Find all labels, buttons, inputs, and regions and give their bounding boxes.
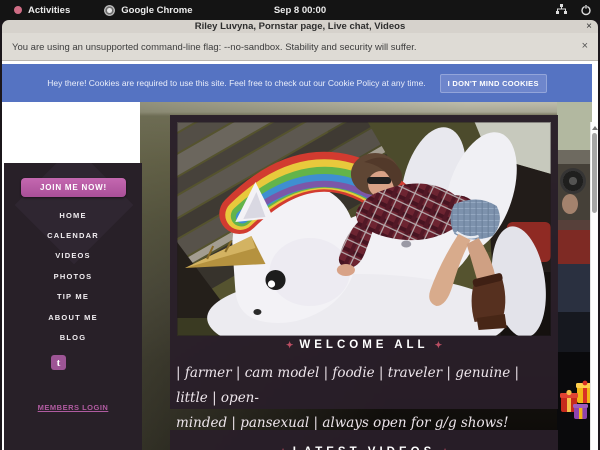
scrollbar-thumb[interactable] <box>592 133 597 213</box>
cookie-banner: Hey there! Cookies are required to use t… <box>2 64 592 102</box>
welcome-body-line2: minded | pansexual | always open for g/g… <box>176 415 509 431</box>
join-me-now-button[interactable]: JOIN ME NOW! <box>21 178 126 197</box>
sidebar-item-videos[interactable]: VIDEOS <box>4 246 142 266</box>
sidebar-item-blog[interactable]: BLOG <box>4 327 142 347</box>
hero-photo <box>177 122 551 336</box>
window-title: Riley Luvyna, Pornstar page, Live chat, … <box>195 21 405 32</box>
vertical-scrollbar[interactable] <box>590 122 598 450</box>
diamond-decor-icon: ✦ <box>435 340 443 350</box>
sidebar-item-home[interactable]: HOME <box>4 205 142 225</box>
latest-videos-title: ✦LATEST VIDEOS✦ <box>170 446 558 450</box>
background-wheel-shape <box>560 168 586 194</box>
welcome-title: ✦WELCOME ALL✦ <box>170 339 558 351</box>
sidebar-item-calendar[interactable]: CALENDAR <box>4 225 142 245</box>
welcome-section: ✦WELCOME ALL✦ | farmer | cam model | foo… <box>170 339 558 436</box>
window-close-button[interactable]: × <box>586 20 592 33</box>
gift-purple-icon <box>573 404 588 419</box>
scroll-up-icon[interactable] <box>592 126 598 130</box>
unicorn-eye <box>265 270 285 290</box>
sidebar-item-photos[interactable]: PHOTOS <box>4 266 142 286</box>
sidebar-item-about-me[interactable]: ABOUT ME <box>4 307 142 327</box>
chrome-infobar: You are using an unsupported command-lin… <box>2 33 598 61</box>
cookie-accept-button[interactable]: I DON'T MIND COOKIES <box>440 74 547 93</box>
sidebar-nav: HOME CALENDAR VIDEOS PHOTOS TIP ME ABOUT… <box>4 205 142 348</box>
clock[interactable]: Sep 8 00:00 <box>0 5 600 16</box>
gnome-top-bar: Activities Google Chrome Sep 8 00:00 <box>0 0 600 20</box>
infobar-close-icon[interactable]: × <box>582 40 588 52</box>
background-poster-shape <box>562 194 578 214</box>
browser-viewport: Hey there! Cookies are required to use t… <box>2 61 598 450</box>
cookie-message: Hey there! Cookies are required to use t… <box>47 78 425 88</box>
members-login-link[interactable]: MEMBERS LOGIN <box>4 403 142 412</box>
window-titlebar[interactable]: Riley Luvyna, Pornstar page, Live chat, … <box>2 20 598 33</box>
welcome-body: | farmer | cam model | foodie | traveler… <box>176 361 554 436</box>
welcome-body-line1: | farmer | cam model | foodie | traveler… <box>176 365 519 406</box>
network-tree-icon[interactable] <box>555 4 568 16</box>
welcome-panel: ✦WELCOME ALL✦ | farmer | cam model | foo… <box>170 115 558 409</box>
latest-videos-panel: ✦LATEST VIDEOS✦ <box>170 430 558 450</box>
sidebar-item-tip-me[interactable]: TIP ME <box>4 287 142 307</box>
power-icon[interactable] <box>580 4 592 16</box>
hero-photo-illustration <box>177 122 551 336</box>
diamond-decor-icon: ✦ <box>286 340 294 350</box>
infobar-message: You are using an unsupported command-lin… <box>12 42 417 53</box>
tumblr-icon[interactable]: t <box>51 355 66 370</box>
sidebar: JOIN ME NOW! HOME CALENDAR VIDEOS PHOTOS… <box>4 163 142 450</box>
